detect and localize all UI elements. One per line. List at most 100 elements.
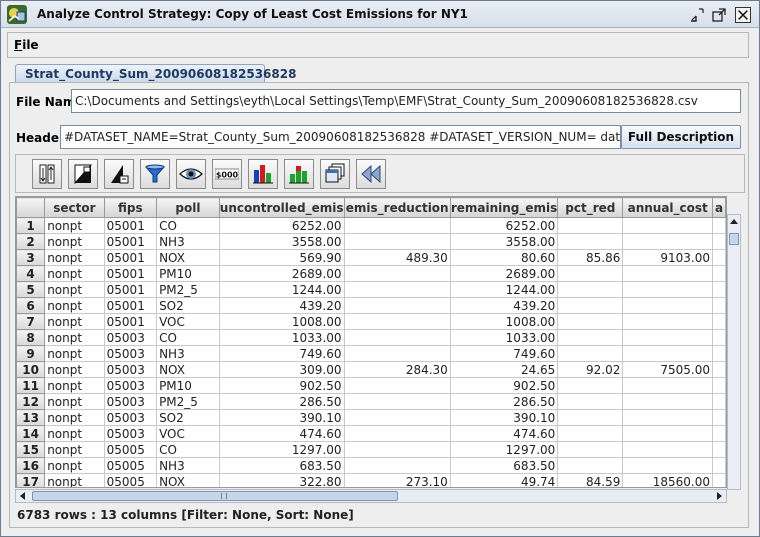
table-cell[interactable]: 05001 [103,217,158,234]
table-cell[interactable]: 05003 [103,345,158,362]
table-cell[interactable]: 286.50 [449,393,559,410]
table-cell[interactable]: 85.86 [557,249,624,266]
table-cell[interactable] [343,281,451,298]
table-cell[interactable] [343,297,451,314]
table-cell[interactable] [343,313,451,330]
table-cell[interactable]: 309.00 [218,361,345,378]
table-cell[interactable] [622,297,713,314]
table-cell[interactable]: nonpt [44,393,105,410]
table-cell[interactable] [622,345,713,362]
table-row[interactable]: 14 nonpt 05003 VOC 474.60 474.60 [16,425,726,442]
table-cell[interactable]: 84.59 [557,473,624,487]
table-cell[interactable]: NOX [156,473,220,487]
table-cell[interactable] [343,425,451,442]
row-number[interactable]: 15 [16,441,46,458]
table-row[interactable]: 11 nonpt 05003 PM10 902.50 902.50 [16,377,726,394]
title-bar[interactable]: Analyze Control Strategy: Copy of Least … [1,1,759,28]
table-cell[interactable]: PM2_5 [156,393,220,410]
data-table[interactable]: sector fips poll uncontrolled_emis emis_redu… [15,196,727,488]
row-number[interactable]: 11 [16,377,46,394]
table-cell[interactable] [557,329,624,346]
table-cell[interactable]: nonpt [44,249,105,266]
table-row[interactable]: 6 nonpt 05001 SO2 439.20 439.20 [16,297,726,314]
table-cell[interactable] [712,217,726,234]
vertical-scroll-thumb[interactable] [729,233,739,245]
table-cell[interactable]: 7505.00 [622,361,713,378]
row-number[interactable]: 17 [16,473,46,487]
table-cell[interactable] [712,233,726,250]
table-cell[interactable]: 9103.00 [622,249,713,266]
table-cell[interactable]: 49.74 [449,473,559,487]
table-cell[interactable]: 1008.00 [218,313,345,330]
table-cell[interactable]: 1244.00 [218,281,345,298]
table-cell[interactable]: 489.30 [343,249,451,266]
table-cell[interactable] [712,313,726,330]
table-cell[interactable] [622,377,713,394]
table-cell[interactable] [557,425,624,442]
table-cell[interactable]: NOX [156,249,220,266]
table-row[interactable]: 13 nonpt 05003 SO2 390.10 390.10 [16,409,726,426]
column-header[interactable]: emis_reduction [343,197,451,218]
table-cell[interactable]: 05003 [103,329,158,346]
rewind-button[interactable] [356,159,386,189]
table-cell[interactable]: 390.10 [218,409,345,426]
table-cell[interactable] [622,281,713,298]
table-cell[interactable]: nonpt [44,457,105,474]
bar-chart-button[interactable] [248,159,278,189]
table-cell[interactable]: 322.80 [218,473,345,487]
table-cell[interactable]: SO2 [156,409,220,426]
minimize-icon[interactable] [689,7,705,23]
table-cell[interactable] [712,377,726,394]
table-cell[interactable]: nonpt [44,329,105,346]
table-cell[interactable] [712,425,726,442]
table-cell[interactable]: 24.65 [449,361,559,378]
table-cell[interactable] [557,393,624,410]
table-cell[interactable]: PM2_5 [156,281,220,298]
table-cell[interactable]: 05005 [103,441,158,458]
table-cell[interactable]: nonpt [44,361,105,378]
table-cell[interactable] [622,329,713,346]
table-cell[interactable]: 1297.00 [449,441,559,458]
table-cell[interactable]: 1033.00 [218,329,345,346]
table-row[interactable]: 7 nonpt 05001 VOC 1008.00 1008.00 [16,313,726,330]
column-header[interactable]: remaining_emis [449,197,559,218]
table-cell[interactable]: 439.20 [218,297,345,314]
cost-button[interactable]: $000 [212,159,242,189]
table-cell[interactable]: 683.50 [449,457,559,474]
table-cell[interactable]: 92.02 [557,361,624,378]
table-cell[interactable]: 3558.00 [449,233,559,250]
table-cell[interactable] [712,265,726,282]
table-cell[interactable] [622,441,713,458]
row-number[interactable]: 4 [16,265,46,282]
table-cell[interactable]: 2689.00 [218,265,345,282]
view-button[interactable] [176,159,206,189]
table-cell[interactable] [343,393,451,410]
table-cell[interactable]: 2689.00 [449,265,559,282]
table-cell[interactable]: nonpt [44,265,105,282]
table-cell[interactable]: 80.60 [449,249,559,266]
table-cell[interactable]: nonpt [44,409,105,426]
scroll-right-icon[interactable] [717,492,722,500]
row-number[interactable]: 1 [16,217,46,234]
table-row[interactable]: 5 nonpt 05001 PM2_5 1244.00 1244.00 [16,281,726,298]
table-cell[interactable] [343,409,451,426]
table-cell[interactable]: nonpt [44,233,105,250]
table-cell[interactable]: VOC [156,425,220,442]
row-number[interactable]: 13 [16,409,46,426]
horizontal-scrollbar[interactable] [15,489,727,503]
table-cell[interactable]: 902.50 [449,377,559,394]
row-number[interactable]: 5 [16,281,46,298]
table-row[interactable]: 16 nonpt 05005 NH3 683.50 683.50 [16,457,726,474]
sort-columns-button[interactable] [32,159,62,189]
row-format-button[interactable] [104,159,134,189]
header-field[interactable]: #DATASET_NAME=Strat_County_Sum_200906081… [60,125,621,149]
row-number[interactable]: 14 [16,425,46,442]
table-cell[interactable]: 3558.00 [218,233,345,250]
table-cell[interactable]: nonpt [44,297,105,314]
row-number[interactable]: 12 [16,393,46,410]
table-cell[interactable] [557,281,624,298]
full-description-button[interactable]: Full Description [621,125,741,149]
row-number[interactable]: 9 [16,345,46,362]
file-name-field[interactable]: C:\Documents and Settings\eyth\Local Set… [71,89,741,113]
table-cell[interactable]: 902.50 [218,377,345,394]
